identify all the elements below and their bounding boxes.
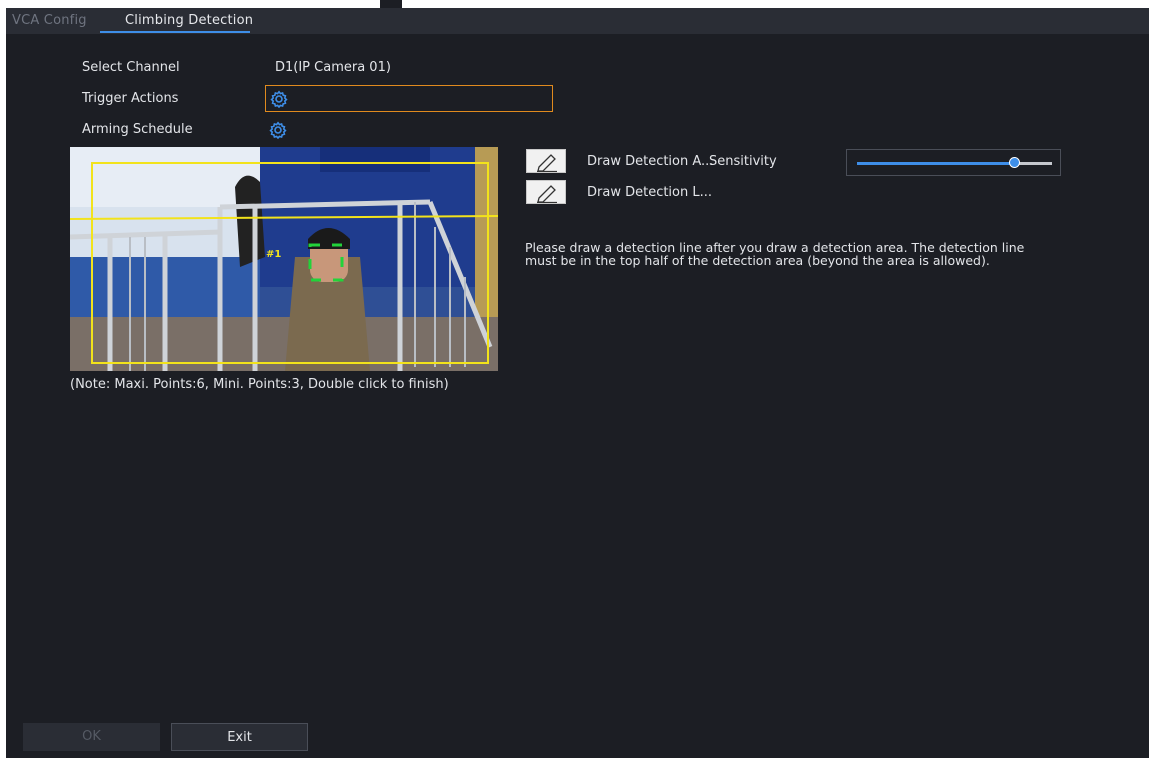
slider-thumb[interactable] <box>1009 157 1020 168</box>
select-channel-label: Select Channel <box>82 60 180 75</box>
note-text: (Note: Maxi. Points:6, Mini. Points:3, D… <box>70 377 449 392</box>
ok-button[interactable]: OK <box>23 723 160 751</box>
select-channel-value[interactable]: D1(IP Camera 01) <box>275 60 391 75</box>
pencil-icon <box>537 185 557 203</box>
pencil-icon <box>537 154 557 172</box>
sensitivity-slider[interactable] <box>846 149 1061 176</box>
gear-icon[interactable] <box>270 90 288 109</box>
tab-climbing-detection[interactable]: Climbing Detection <box>125 13 253 28</box>
exit-button[interactable]: Exit <box>171 723 308 751</box>
camera-preview[interactable]: #1 <box>70 147 498 371</box>
climbing-detection-window: VCA Config Climbing Detection Select Cha… <box>6 8 1149 758</box>
draw-area-label: Draw Detection A... <box>587 154 714 169</box>
tab-vca-config[interactable]: VCA Config <box>12 13 87 28</box>
gear-icon[interactable] <box>269 121 287 140</box>
tab-bar: VCA Config Climbing Detection <box>6 8 1149 34</box>
trigger-actions-field[interactable] <box>265 85 553 112</box>
overlay-tag: #1 <box>266 249 281 260</box>
trigger-actions-label: Trigger Actions <box>82 91 179 106</box>
slider-fill <box>857 162 1015 165</box>
sensitivity-label: Sensitivity <box>709 154 777 169</box>
active-tab-indicator <box>100 31 250 33</box>
instruction-text: Please draw a detection line after you d… <box>525 240 1025 268</box>
camera-scene: #1 <box>70 147 498 371</box>
draw-line-label: Draw Detection L... <box>587 185 713 200</box>
draw-line-button[interactable] <box>526 180 566 204</box>
draw-area-button[interactable] <box>526 149 566 173</box>
arming-schedule-label: Arming Schedule <box>82 122 193 137</box>
top-marker <box>380 0 402 8</box>
